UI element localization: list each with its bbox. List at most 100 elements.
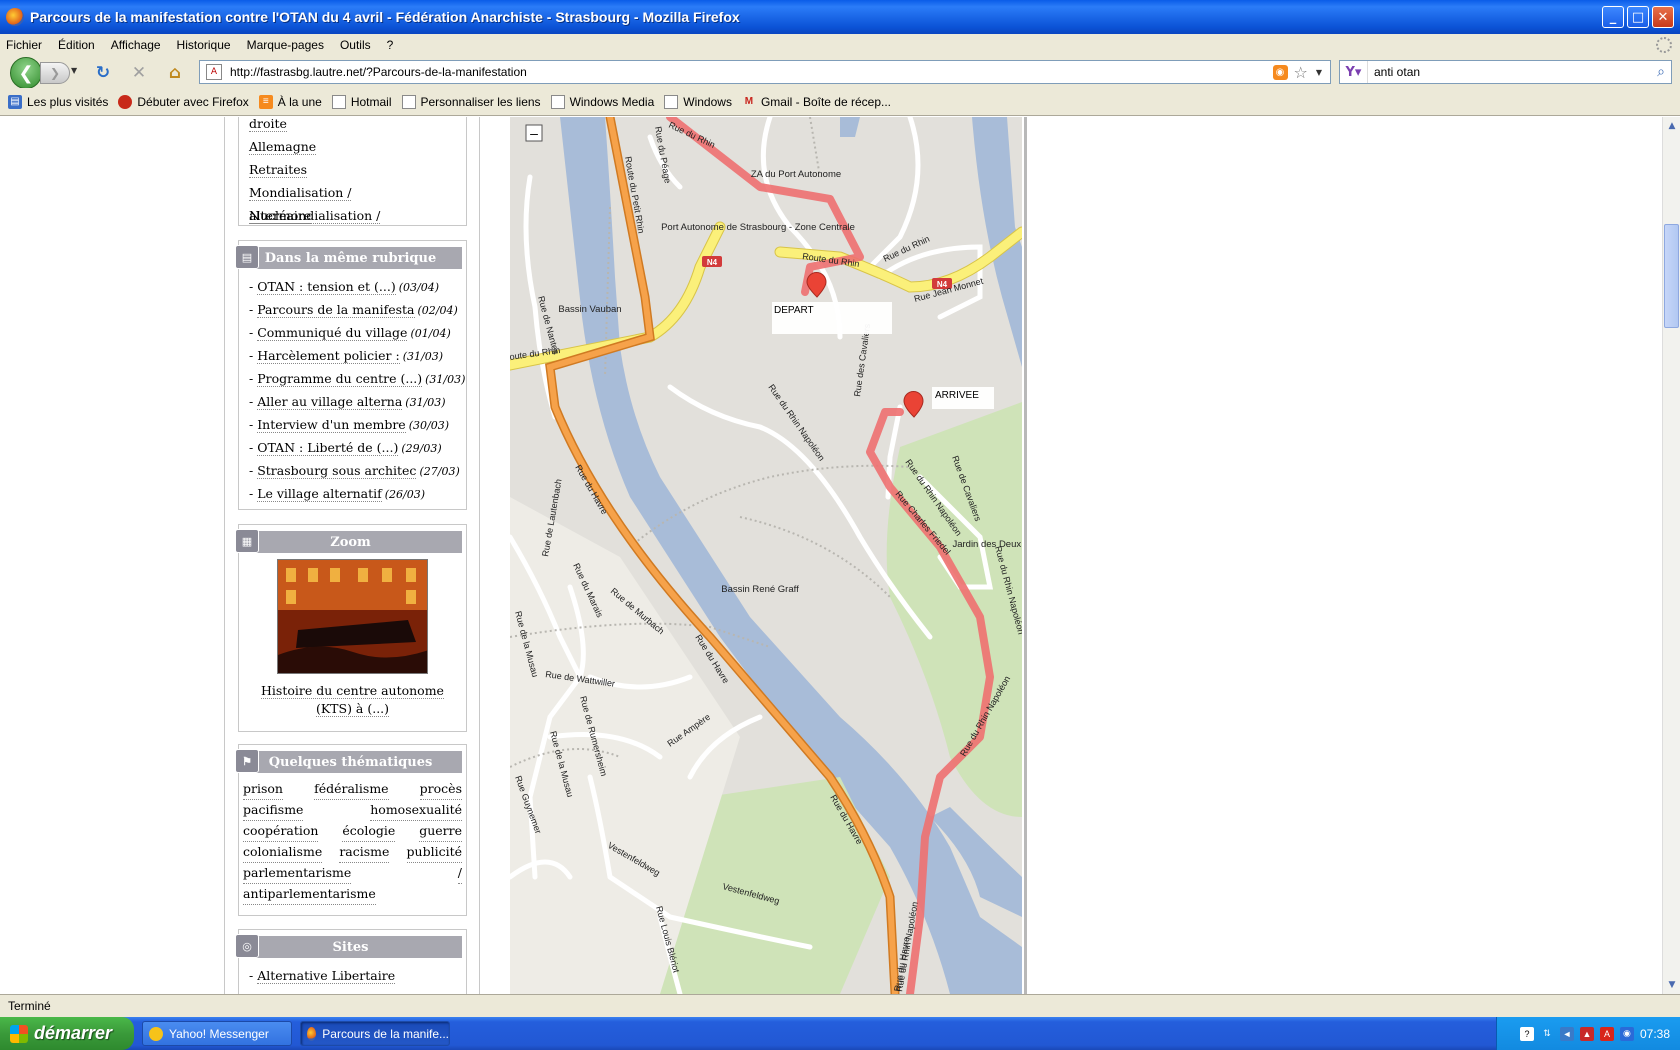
theme-tag[interactable]: colonialisme (243, 842, 323, 863)
forward-button[interactable]: ❯ (40, 62, 70, 84)
arrivee-marker[interactable]: ARRIVEE (903, 387, 994, 418)
search-engine-icon[interactable]: Y▾ (1340, 61, 1368, 83)
rubrique-icon: ▤ (235, 245, 259, 269)
network-icon[interactable]: ⇅ (1540, 1027, 1554, 1041)
search-bar[interactable]: Y▾ anti otan ⌕ (1339, 60, 1672, 84)
reload-icon[interactable]: ↻ (92, 62, 114, 84)
page-scrollbar[interactable]: ▲ ▼ (1662, 117, 1680, 994)
rubrique-item[interactable]: - OTAN : Liberté de (...) (29/03) (249, 436, 456, 459)
depart-marker[interactable]: DEPART (772, 272, 892, 334)
theme-tag[interactable]: racisme (339, 842, 390, 863)
keyword-link[interactable]: Retraites (249, 158, 456, 181)
menu-affichage[interactable]: Affichage (111, 38, 161, 52)
theme-tag[interactable]: guerre (419, 821, 462, 842)
bookmark-windows[interactable]: Windows (664, 94, 732, 109)
maximize-button[interactable]: □ (1627, 6, 1649, 28)
stop-icon[interactable]: ✕ (128, 62, 150, 84)
task-firefox[interactable]: Parcours de la manife... (300, 1021, 450, 1046)
menu-historique[interactable]: Historique (177, 38, 231, 52)
menu-edition[interactable]: Édition (58, 38, 95, 52)
rubrique-item[interactable]: - Le village alternatif (26/03) (249, 482, 456, 505)
history-dropdown-icon[interactable]: ▼ (71, 66, 77, 75)
back-button[interactable]: ❮ (10, 57, 42, 89)
help-icon[interactable]: ? (1519, 1026, 1534, 1041)
keyword-link[interactable]: Allemagne (249, 135, 456, 158)
minimize-button[interactable]: _ (1602, 6, 1624, 28)
bookmark-windows-media[interactable]: Windows Media (550, 94, 654, 109)
search-icon[interactable]: ⌕ (1657, 64, 1665, 80)
rss-feed-icon[interactable]: ◉ (1272, 64, 1288, 80)
menu-outils[interactable]: Outils (340, 38, 371, 52)
map-zoom-out-button[interactable]: – (525, 124, 543, 142)
bookmark-star-icon[interactable]: ☆ (1294, 63, 1308, 82)
site-link[interactable]: - Alternative Libertaire (249, 964, 456, 987)
rubrique-date: (26/03) (384, 488, 426, 501)
rubrique-item[interactable]: - Aller au village alterna (31/03) (249, 390, 456, 413)
zoom-photo[interactable] (277, 559, 428, 674)
rubrique-item[interactable]: - Harcèlement policier : (31/03) (249, 344, 456, 367)
rubrique-link[interactable]: Programme du centre (...) (257, 371, 423, 387)
theme-tag[interactable]: / (457, 863, 462, 884)
url-dropdown-icon[interactable]: ▼ (1316, 68, 1322, 77)
rubrique-link[interactable]: Aller au village alterna (257, 394, 403, 410)
scroll-up-icon[interactable]: ▲ (1665, 119, 1679, 133)
keyword-link[interactable]: droite (249, 117, 456, 135)
theme-tag[interactable]: antiparlementarisme (243, 884, 376, 905)
page-icon (664, 94, 679, 109)
svg-text:ARRIVEE: ARRIVEE (935, 390, 979, 401)
page-icon (550, 94, 565, 109)
rubrique-item[interactable]: - Interview d'un membre (30/03) (249, 413, 456, 436)
rubrique-link[interactable]: Strasbourg sous architec (257, 463, 417, 479)
zoom-caption-link[interactable]: Histoire du centre autonome (KTS) à (...… (239, 674, 466, 724)
volume-icon[interactable]: ◄ (1559, 1026, 1574, 1041)
task-yahoo-messenger[interactable]: Yahoo! Messenger (142, 1021, 292, 1046)
theme-tag[interactable]: publicité (406, 842, 462, 863)
rubrique-link[interactable]: Harcèlement policier : (257, 348, 400, 364)
home-icon[interactable]: ⌂ (164, 62, 186, 84)
theme-tag[interactable]: procès (419, 779, 462, 800)
theme-tag[interactable]: prison (243, 779, 283, 800)
menu-help[interactable]: ? (387, 38, 394, 52)
map-label: Rue du Havre (573, 463, 609, 516)
update-icon[interactable]: ◉ (1619, 1026, 1634, 1041)
rubrique-link[interactable]: Le village alternatif (257, 486, 382, 502)
bookmarks-toolbar: ▤ Les plus visités Débuter avec Firefox ≡… (0, 88, 1680, 116)
svg-text:N4: N4 (707, 258, 718, 267)
antivirus-icon[interactable]: ▲ (1579, 1026, 1594, 1041)
theme-tag[interactable]: pacifisme (243, 800, 304, 821)
theme-tag[interactable]: coopération (243, 821, 319, 842)
bookmark-hotmail[interactable]: Hotmail (331, 94, 392, 109)
rubrique-item[interactable]: - Programme du centre (...) (31/03) (249, 367, 465, 390)
messenger-tray-icon[interactable]: A (1599, 1026, 1614, 1041)
rubrique-link[interactable]: OTAN : Liberté de (...) (257, 440, 399, 456)
route-map[interactable]: N4 N4 ZA du Port Autonome Port Autonome … (510, 117, 1022, 994)
rubrique-item[interactable]: - OTAN : tension et (...) (03/04) (249, 275, 456, 298)
search-input[interactable]: anti otan (1374, 65, 1657, 79)
bookmark-debuter-avec-firefox[interactable]: Débuter avec Firefox (118, 94, 249, 109)
bookmark-gmail[interactable]: M Gmail - Boîte de récep... (742, 95, 891, 109)
menu-marque-pages[interactable]: Marque-pages (247, 38, 324, 52)
close-button[interactable]: ✕ (1652, 6, 1674, 28)
theme-tag[interactable]: homosexualité (370, 800, 462, 821)
firefox-icon (6, 8, 24, 26)
menu-fichier[interactable]: Fichier (6, 38, 42, 52)
rubrique-link[interactable]: Interview d'un membre (257, 417, 406, 433)
scroll-down-icon[interactable]: ▼ (1665, 978, 1679, 992)
scrollbar-thumb[interactable] (1664, 224, 1679, 328)
theme-tag[interactable]: parlementarisme (243, 863, 352, 884)
bookmark-les-plus-visites[interactable]: ▤ Les plus visités (8, 94, 108, 109)
theme-tag[interactable]: écologie (342, 821, 396, 842)
rubrique-item[interactable]: - Parcours de la manifesta (02/04) (249, 298, 458, 321)
start-button[interactable]: démarrer (0, 1017, 134, 1050)
rubrique-link[interactable]: OTAN : tension et (...) (257, 279, 396, 295)
rubrique-link[interactable]: Parcours de la manifesta (257, 302, 415, 318)
bookmark-a-la-une[interactable]: ≡ À la une (258, 94, 322, 109)
url-bar[interactable]: A http://fastrasbg.lautre.net/?Parcours-… (199, 60, 1331, 84)
rubrique-item[interactable]: - Strasbourg sous architec (27/03) (249, 459, 460, 482)
keyword-link[interactable]: Mondialisation / altermondialisation / (249, 181, 456, 224)
theme-tag[interactable]: fédéralisme (314, 779, 389, 800)
bookmark-personnaliser-les-liens[interactable]: Personnaliser les liens (401, 94, 541, 109)
rubrique-item[interactable]: - Communiqué du village (01/04) (249, 321, 456, 344)
rubrique-link[interactable]: Communiqué du village (257, 325, 408, 341)
url-text[interactable]: http://fastrasbg.lautre.net/?Parcours-de… (230, 65, 1273, 79)
